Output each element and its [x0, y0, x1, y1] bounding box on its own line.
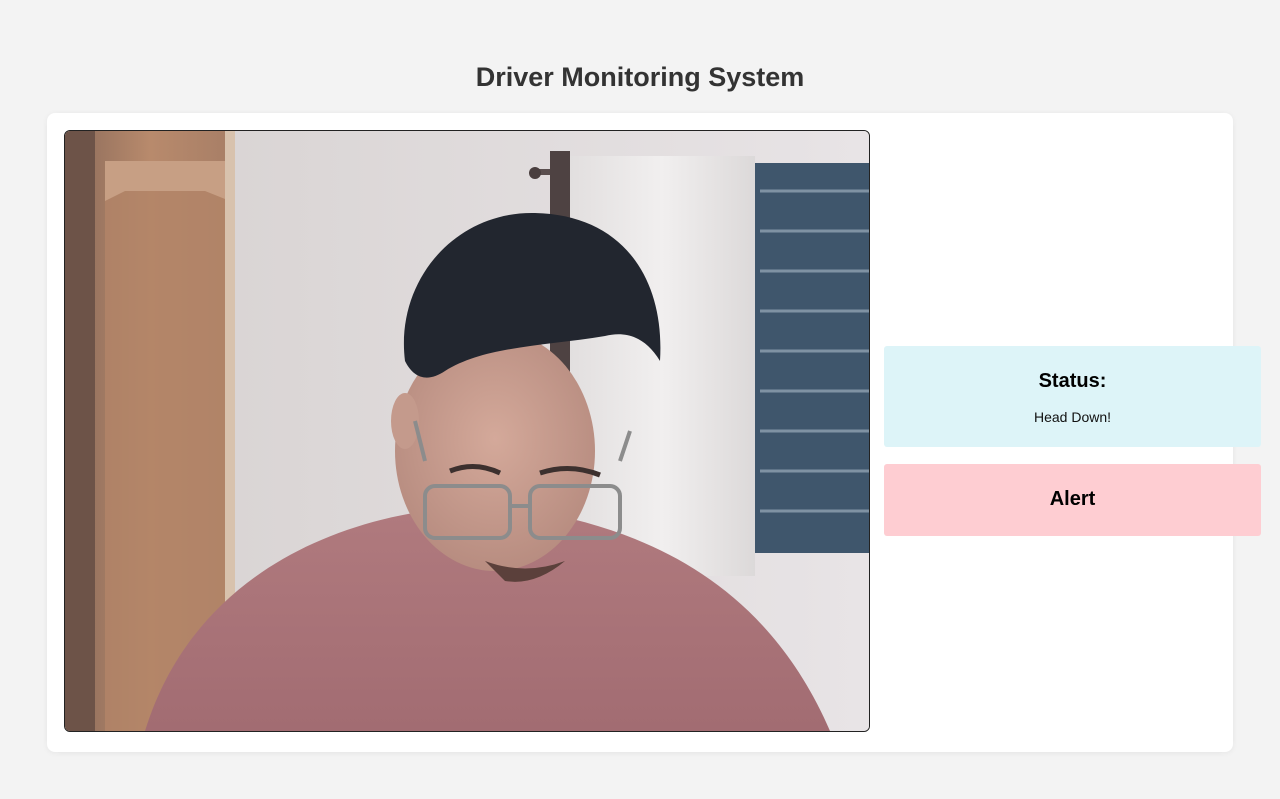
status-value: Head Down!: [1033, 409, 1112, 425]
alert-panel: Alert: [884, 464, 1261, 536]
alert-heading: Alert: [1049, 488, 1096, 510]
page-title: Driver Monitoring System: [475, 62, 805, 92]
webcam-image: [65, 131, 869, 731]
camera-feed: [64, 130, 870, 732]
status-panel: Status: Head Down!: [884, 346, 1261, 447]
status-heading: Status:: [1038, 370, 1107, 392]
